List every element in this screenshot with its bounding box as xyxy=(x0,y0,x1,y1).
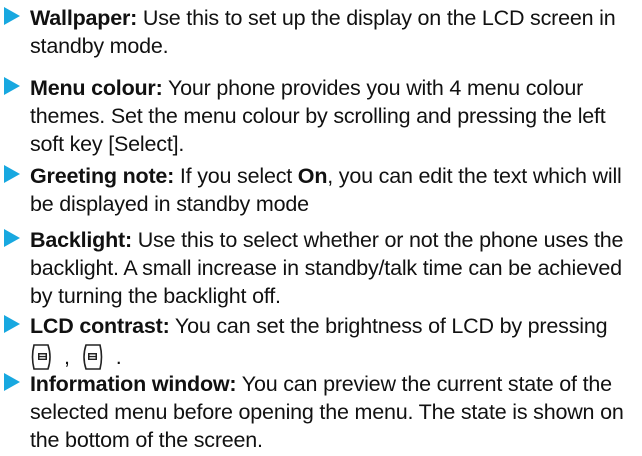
sentence-period: . xyxy=(115,345,122,370)
item-emphasis: On xyxy=(297,164,328,188)
item-text: Menu colour: Your phone provides you wit… xyxy=(30,74,638,158)
item-term: Menu colour: xyxy=(30,76,163,100)
item-description: selected menu before opening the menu. T… xyxy=(30,400,624,424)
item-text: Information window: You can preview the … xyxy=(30,370,638,454)
item-term: Wallpaper: xyxy=(30,6,138,30)
item-description: soft key [Select]. xyxy=(30,132,185,156)
key-icons-row: , . xyxy=(30,342,130,372)
item-text: Wallpaper: Use this to set up the displa… xyxy=(30,4,638,60)
item-term: Information window: xyxy=(30,372,237,396)
bullet-arrow-icon xyxy=(4,373,20,391)
bullet-arrow-icon xyxy=(4,7,20,25)
manual-page: Wallpaper: Use this to set up the displa… xyxy=(0,0,642,456)
item-term: LCD contrast: xyxy=(30,314,170,338)
item-text: Greeting note: If you select On, you can… xyxy=(30,162,638,218)
item-description: Your phone provides you with 4 menu colo… xyxy=(162,76,584,100)
item-description: Use this to select whether or not the ph… xyxy=(131,228,624,252)
item-description: themes. Set the menu colour by scrolling… xyxy=(30,104,606,128)
item-text: Backlight: Use this to select whether or… xyxy=(30,226,638,310)
right-soft-key-icon xyxy=(82,344,103,371)
bullet-arrow-icon xyxy=(4,229,20,247)
item-term: Backlight: xyxy=(30,228,132,252)
separator-comma: , xyxy=(64,345,70,370)
bullet-arrow-icon xyxy=(4,77,20,95)
item-description: , you can edit the text which will xyxy=(327,164,622,188)
item-description: If you select xyxy=(174,164,298,188)
item-description: You can preview the current state of the xyxy=(236,372,612,396)
item-description: be displayed in standby mode xyxy=(30,192,309,216)
item-description: Use this to set up the display on the LC… xyxy=(137,6,616,30)
item-description: backlight. A small increase in standby/t… xyxy=(30,256,622,280)
item-description: standby mode. xyxy=(30,34,169,58)
bullet-arrow-icon xyxy=(4,165,20,183)
left-soft-key-icon xyxy=(31,344,51,371)
item-term: Greeting note: xyxy=(30,164,175,188)
item-description: by turning the backlight off. xyxy=(30,284,281,308)
bullet-arrow-icon xyxy=(4,315,20,333)
item-text: LCD contrast: You can set the brightness… xyxy=(30,312,638,372)
item-description: You can set the brightness of LCD by pre… xyxy=(169,314,608,338)
item-description: the bottom of the screen. xyxy=(30,428,263,452)
